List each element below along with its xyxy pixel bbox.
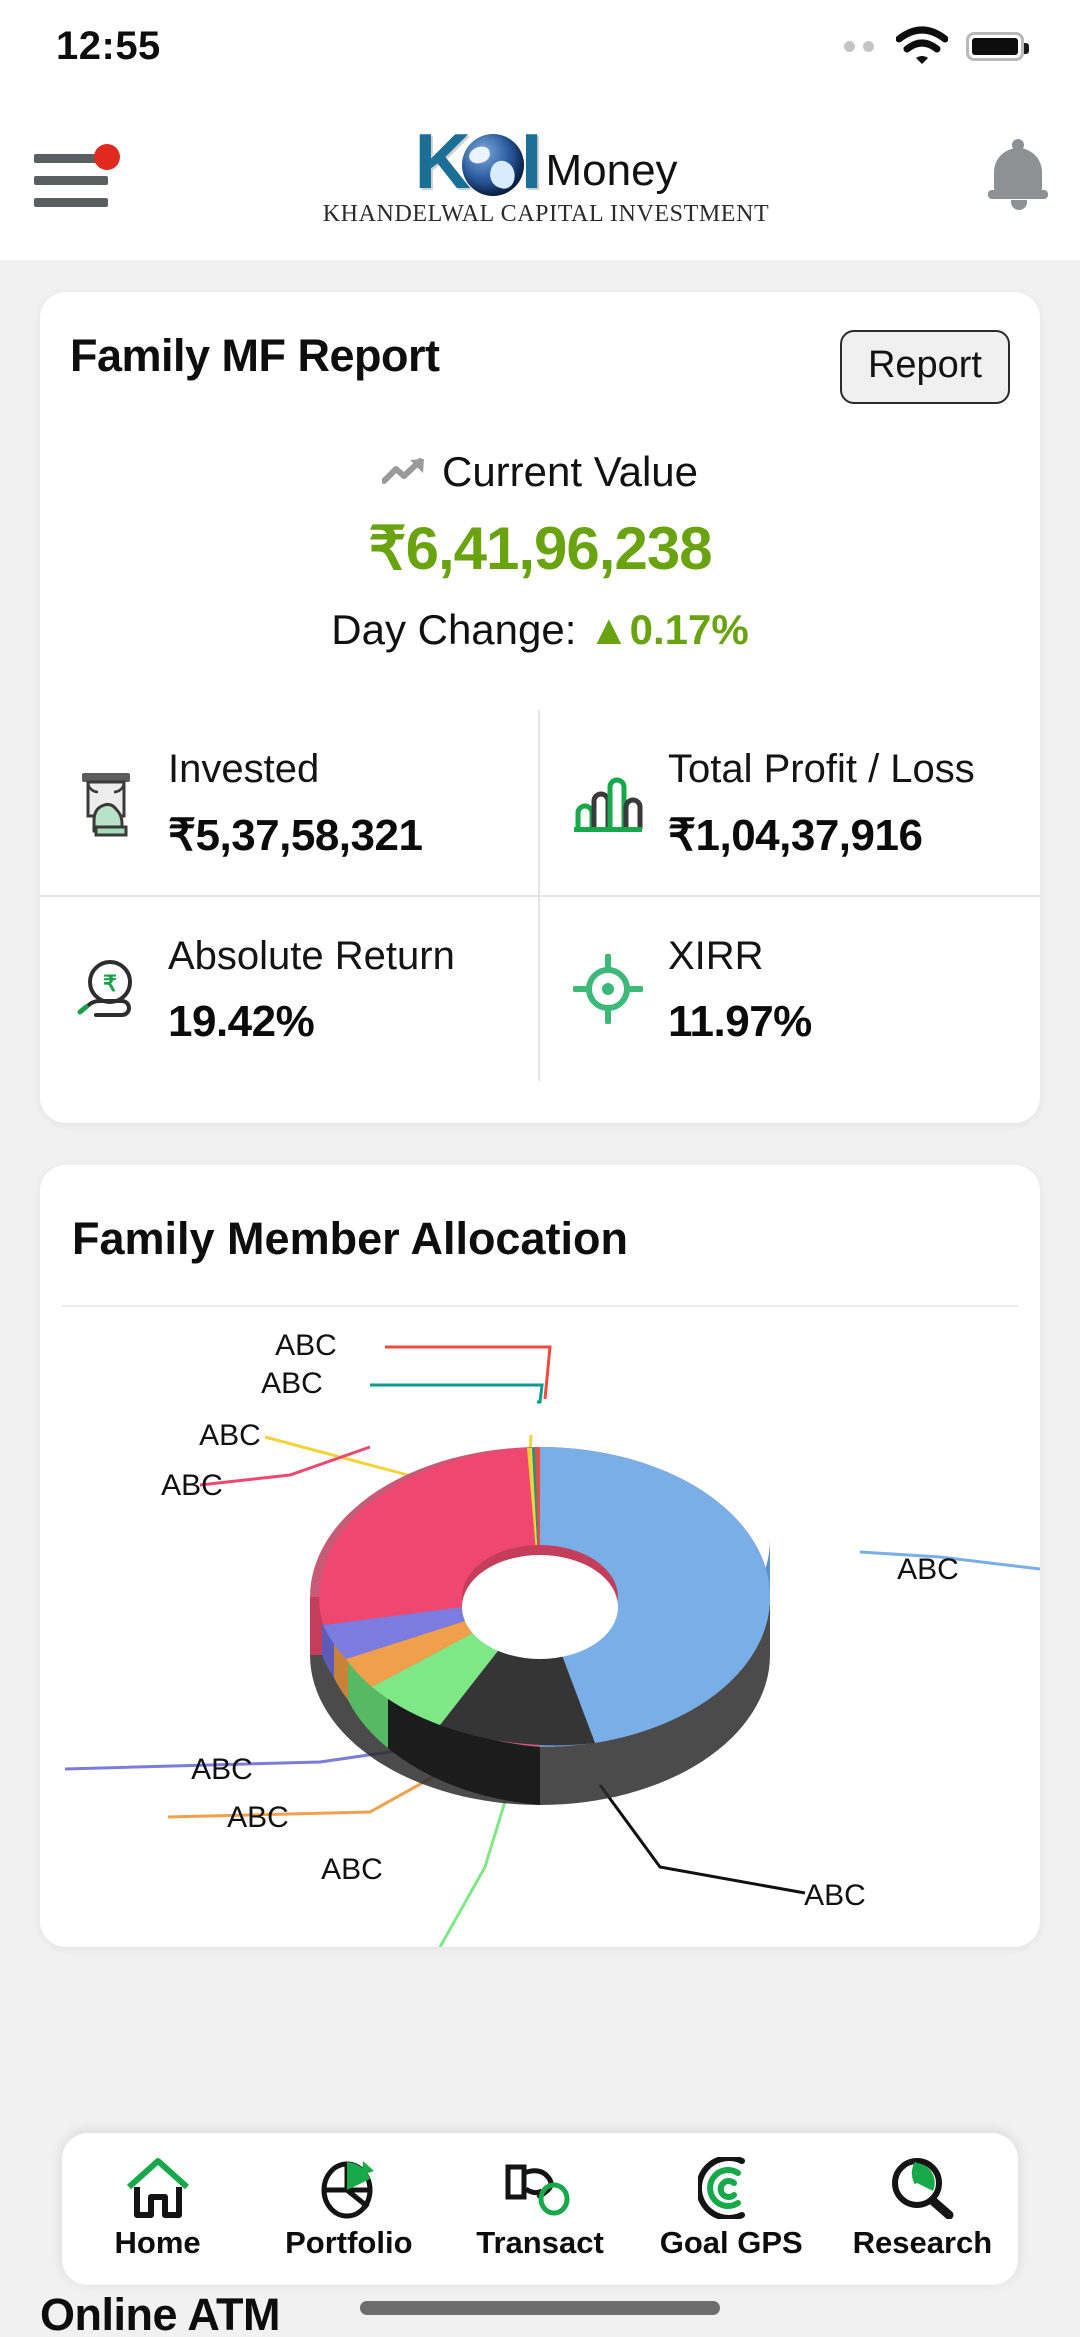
metric-label: XIRR [668, 931, 812, 981]
app-screen: 12:55 K I Money KHANDELWAL CAPITAL INVES… [0, 0, 1080, 2337]
notification-badge-dot [94, 144, 120, 170]
hamburger-menu-icon[interactable] [34, 146, 112, 206]
allocation-donut-chart[interactable]: ABC ABC ABC ABC ABC ABC ABC ABC ABC [40, 1307, 1040, 1947]
metric-value: 11.97% [668, 997, 812, 1047]
wifi-icon [896, 26, 948, 66]
nav-label: Portfolio [285, 2225, 412, 2261]
next-section-title: Online ATM [40, 2289, 280, 2337]
home-icon [125, 2157, 191, 2219]
status-dots-icon [844, 41, 874, 52]
nav-label: Home [115, 2225, 201, 2261]
metric-absolute-return[interactable]: ₹ Absolute Return 19.42% [40, 897, 540, 1081]
scroll-content[interactable]: Family MF Report Report Current Value ₹6… [0, 260, 1080, 2337]
current-value-label: Current Value [442, 448, 698, 496]
status-bar: 12:55 [0, 0, 1080, 92]
nav-item-goal-gps[interactable]: Goal GPS [636, 2157, 827, 2261]
nav-item-research[interactable]: Research [827, 2157, 1018, 2261]
report-button[interactable]: Report [840, 330, 1010, 404]
globe-icon [462, 134, 524, 196]
pie-chart-icon [316, 2157, 382, 2219]
metric-xirr[interactable]: XIRR 11.97% [540, 897, 1040, 1081]
metric-value: 19.42% [168, 997, 455, 1047]
hand-coin-icon [504, 2157, 576, 2219]
donut-label: ABC [199, 1419, 261, 1452]
battery-full-icon [966, 32, 1024, 61]
day-change-row: Day Change: ▲0.17% [40, 606, 1040, 654]
donut-hole [462, 1555, 618, 1659]
donut-label: ABC [321, 1853, 383, 1886]
donut-label: ABC [275, 1329, 337, 1362]
nav-item-portfolio[interactable]: Portfolio [253, 2157, 444, 2261]
metric-total-profit-loss[interactable]: Total Profit / Loss ₹1,04,37,916 [540, 710, 1040, 897]
bottom-navigation-bar: Home Portfolio [62, 2133, 1018, 2285]
bar-chart-icon [570, 773, 646, 833]
cash-in-hand-icon [70, 767, 146, 839]
metric-label: Total Profit / Loss [668, 744, 975, 794]
leader-line-6 [440, 1785, 510, 1947]
leader-line-3 [200, 1447, 370, 1485]
radar-signal-icon [698, 2157, 764, 2219]
donut-label: ABC [161, 1469, 223, 1502]
app-logo: K I Money KHANDELWAL CAPITAL INVESTMENT [323, 124, 770, 227]
metric-label: Invested [168, 744, 422, 794]
metric-invested[interactable]: Invested ₹5,37,58,321 [40, 710, 540, 897]
trending-up-icon [382, 457, 428, 487]
donut-label: ABC [227, 1801, 289, 1834]
day-change-value: ▲0.17% [588, 606, 749, 653]
day-change-label: Day Change: [331, 606, 576, 653]
logo-letter-k: K [414, 124, 467, 198]
logo-subtitle: KHANDELWAL CAPITAL INVESTMENT [323, 201, 770, 228]
metrics-grid: Invested ₹5,37,58,321 [40, 710, 1040, 1081]
donut-label: ABC [897, 1553, 959, 1586]
nav-item-home[interactable]: Home [62, 2157, 253, 2261]
page-title: Family MF Report [70, 330, 440, 382]
notification-bell-icon[interactable] [990, 144, 1046, 208]
magnifier-pie-icon [889, 2157, 955, 2219]
family-mf-report-card: Family MF Report Report Current Value ₹6… [40, 292, 1040, 1123]
donut-label: ABC [261, 1367, 323, 1400]
current-value-amount: ₹6,41,96,238 [40, 514, 1040, 584]
metric-value: ₹1,04,37,916 [668, 810, 975, 861]
current-value-label-row: Current Value [40, 448, 1040, 496]
nav-label: Transact [476, 2225, 604, 2261]
nav-label: Goal GPS [660, 2225, 803, 2261]
nav-label: Research [853, 2225, 993, 2261]
logo-money-text: Money [545, 149, 677, 199]
svg-text:₹: ₹ [103, 971, 117, 996]
current-value-block: Current Value ₹6,41,96,238 Day Change: ▲… [40, 448, 1040, 654]
metric-value: ₹5,37,58,321 [168, 810, 422, 861]
family-member-allocation-card: Family Member Allocation [40, 1165, 1040, 1947]
home-indicator[interactable] [360, 2301, 720, 2315]
nav-item-transact[interactable]: Transact [444, 2157, 635, 2261]
coin-in-hand-icon: ₹ [70, 956, 146, 1022]
metric-label: Absolute Return [168, 931, 455, 981]
leader-line-1 [370, 1385, 542, 1402]
leader-line-7 [600, 1785, 805, 1893]
status-bar-indicators [844, 26, 1024, 66]
target-crosshair-icon [570, 954, 646, 1024]
donut-chart-svg: ABC ABC ABC ABC ABC ABC ABC ABC ABC [40, 1307, 1040, 1947]
app-header: K I Money KHANDELWAL CAPITAL INVESTMENT [0, 92, 1080, 260]
leader-line-0 [385, 1347, 550, 1399]
donut-label: ABC [191, 1753, 253, 1786]
allocation-title: Family Member Allocation [40, 1165, 1040, 1305]
status-bar-clock: 12:55 [56, 24, 161, 69]
donut-label: ABC [804, 1879, 866, 1912]
